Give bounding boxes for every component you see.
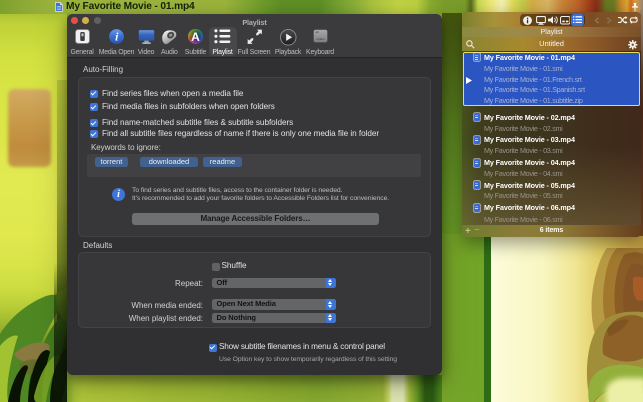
svg-text:alt: alt: [315, 30, 318, 34]
svg-text:option: option: [316, 37, 324, 41]
